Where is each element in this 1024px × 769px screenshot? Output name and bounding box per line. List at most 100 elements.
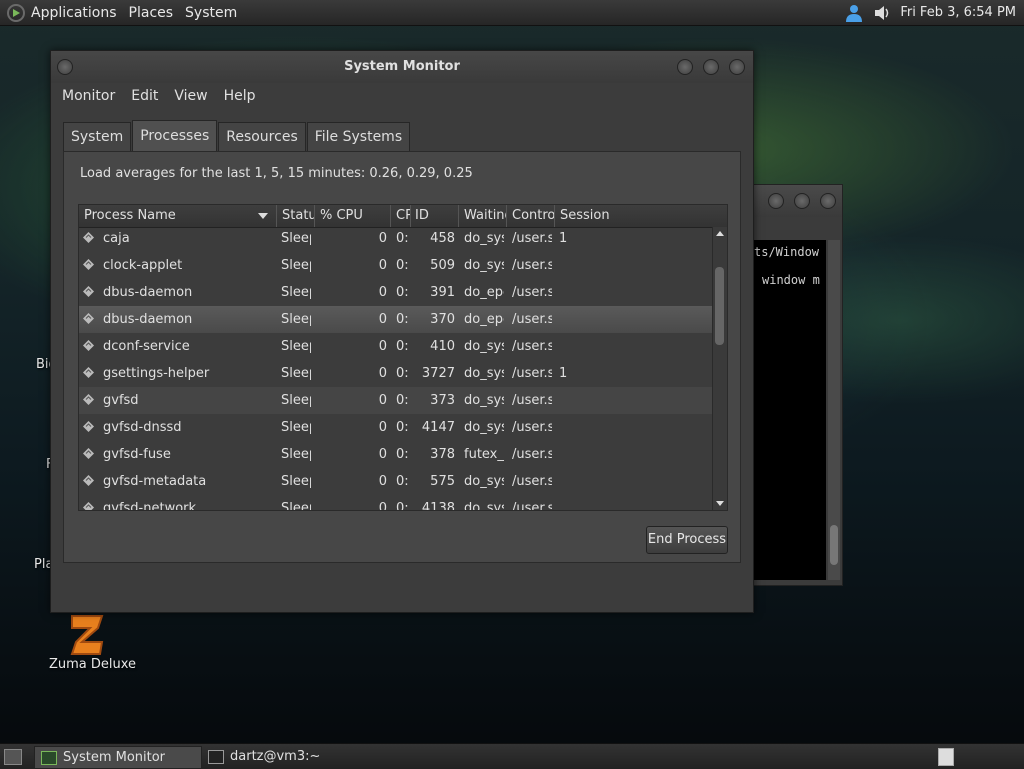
cell-waiting: do_epo bbox=[464, 312, 504, 327]
column-header-cpu-time[interactable]: CPU bbox=[391, 205, 411, 227]
vertical-scrollbar[interactable] bbox=[712, 227, 727, 510]
cell-cpu: 0 bbox=[378, 258, 387, 273]
process-table[interactable]: Process Name Status % CPU CPU ID Waiting… bbox=[78, 204, 728, 511]
close-icon[interactable] bbox=[729, 59, 745, 75]
cell-session bbox=[559, 306, 599, 333]
terminal-window-background[interactable]: ts/Window window m bbox=[741, 184, 843, 586]
cell-name: gsettings-helper bbox=[103, 366, 210, 381]
table-row[interactable]: gsettings-helper Sleeping 0 0: 3727 do_sys/us… bbox=[79, 360, 727, 387]
table-row[interactable]: dbus-daemon Sleeping 0 0: 370 do_epo/user.s bbox=[79, 306, 727, 333]
table-row[interactable]: clock-applet Sleeping 0 0: 509 do_sys/user.s bbox=[79, 252, 727, 279]
maximize-icon[interactable] bbox=[794, 193, 810, 209]
table-row[interactable]: dbus-daemon Sleeping 0 0: 391 do_epo/user.s bbox=[79, 279, 727, 306]
cell-session: 1 bbox=[559, 366, 568, 381]
cell-status: Sleeping bbox=[281, 312, 311, 327]
process-icon bbox=[83, 340, 94, 351]
clock[interactable]: Fri Feb 3, 6:54 PM bbox=[900, 5, 1016, 20]
scroll-thumb[interactable] bbox=[715, 267, 724, 345]
cell-cputime: 0: bbox=[396, 474, 408, 489]
column-header-control[interactable]: Control bbox=[507, 205, 555, 227]
cell-control: /user.s bbox=[512, 231, 552, 246]
terminal-icon bbox=[208, 749, 224, 764]
distro-logo-icon[interactable] bbox=[7, 3, 25, 22]
cell-cpu: 0 bbox=[378, 420, 387, 435]
close-icon[interactable] bbox=[820, 193, 836, 209]
cell-cpu: 0 bbox=[378, 447, 387, 462]
taskbar-item-label: dartz@vm3:~ bbox=[230, 749, 321, 764]
cell-cpu: 0 bbox=[378, 474, 387, 489]
tab-processes[interactable]: Processes bbox=[132, 120, 218, 151]
cell-status: Sleeping bbox=[281, 339, 311, 354]
scroll-thumb[interactable] bbox=[830, 525, 838, 565]
tab-resources[interactable]: Resources bbox=[218, 122, 306, 151]
user-icon[interactable] bbox=[844, 3, 864, 23]
minimize-icon[interactable] bbox=[677, 59, 693, 75]
terminal-titlebar[interactable] bbox=[742, 185, 842, 217]
scroll-up-icon[interactable] bbox=[716, 231, 724, 236]
tab-bar: System Processes Resources File Systems bbox=[63, 120, 411, 151]
table-row[interactable]: caja Sleeping 0 0: 458 do_sys/user.s 1 bbox=[79, 225, 727, 252]
cell-waiting: do_sys bbox=[464, 474, 504, 489]
cell-session bbox=[559, 414, 599, 441]
process-icon bbox=[83, 448, 94, 459]
cell-cpu: 0 bbox=[378, 312, 387, 327]
taskbar-item-terminal[interactable]: dartz@vm3:~ bbox=[202, 746, 368, 767]
menu-help[interactable]: Help bbox=[218, 88, 262, 104]
titlebar[interactable]: System Monitor bbox=[51, 51, 753, 83]
cell-cpu: 0 bbox=[378, 231, 387, 246]
cell-session: 1 bbox=[559, 231, 568, 246]
table-row[interactable]: gvfsd-fuse Sleeping 0 0: 378 futex_w/user.s bbox=[79, 441, 727, 468]
cell-id: 4147 bbox=[421, 420, 455, 435]
zuma-deluxe-icon[interactable] bbox=[68, 612, 106, 656]
cell-name: dbus-daemon bbox=[103, 285, 193, 300]
menu-system[interactable]: System bbox=[179, 5, 243, 21]
table-row[interactable]: gvfsd-dnssd Sleeping 0 0: 4147 do_sys/user.s bbox=[79, 414, 727, 441]
menu-places[interactable]: Places bbox=[123, 5, 180, 21]
volume-icon[interactable] bbox=[872, 3, 892, 23]
table-row[interactable]: gvfsd-network Sleeping 0 0: 4138 do_sys/user.… bbox=[79, 495, 727, 510]
menu-monitor[interactable]: Monitor bbox=[56, 88, 121, 104]
tab-file-systems[interactable]: File Systems bbox=[306, 122, 411, 151]
cell-control: /user.s bbox=[512, 258, 552, 273]
process-icon bbox=[83, 502, 94, 510]
column-header-id[interactable]: ID bbox=[411, 205, 459, 227]
scroll-down-icon[interactable] bbox=[716, 501, 724, 506]
cell-waiting: do_epo bbox=[464, 285, 504, 300]
terminal-line: ts/Window bbox=[754, 245, 820, 259]
show-desktop-icon[interactable] bbox=[4, 749, 22, 765]
table-row[interactable]: dconf-service Sleeping 0 0: 410 do_sys/user.s bbox=[79, 333, 727, 360]
cell-cpu: 0 bbox=[378, 366, 387, 381]
table-row[interactable]: gvfsd Sleeping 0 0: 373 do_sys/user.s bbox=[79, 387, 727, 414]
taskbar-item-system-monitor[interactable]: System Monitor bbox=[34, 746, 202, 769]
column-header-cpu-percent[interactable]: % CPU bbox=[315, 205, 391, 227]
cell-cputime: 0: bbox=[396, 339, 408, 354]
menu-view[interactable]: View bbox=[168, 88, 213, 104]
table-row[interactable]: gvfsd-metadata Sleeping 0 0: 575 do_sys/user.… bbox=[79, 468, 727, 495]
end-process-button[interactable]: End Process bbox=[646, 526, 728, 554]
cell-cputime: 0: bbox=[396, 393, 408, 408]
tab-system[interactable]: System bbox=[63, 122, 132, 151]
minimize-icon[interactable] bbox=[768, 193, 784, 209]
column-header-session[interactable]: Session bbox=[555, 205, 713, 227]
maximize-icon[interactable] bbox=[703, 59, 719, 75]
menu-applications[interactable]: Applications bbox=[25, 5, 123, 21]
menu-edit[interactable]: Edit bbox=[125, 88, 164, 104]
column-header-status[interactable]: Status bbox=[277, 205, 315, 227]
column-header-process-name[interactable]: Process Name bbox=[79, 205, 277, 227]
cell-cpu: 0 bbox=[378, 393, 387, 408]
cell-name: gvfsd-metadata bbox=[103, 474, 207, 489]
cell-name: caja bbox=[103, 231, 130, 246]
cell-control: /user.s bbox=[512, 312, 552, 327]
desktop-icon-label[interactable]: Zuma Deluxe bbox=[49, 657, 136, 672]
cell-name: dconf-service bbox=[103, 339, 190, 354]
terminal-scrollbar[interactable] bbox=[828, 240, 840, 580]
processes-panel: Load averages for the last 1, 5, 15 minu… bbox=[63, 151, 741, 563]
cell-session bbox=[559, 441, 599, 468]
process-icon bbox=[83, 286, 94, 297]
cell-cputime: 0: bbox=[396, 420, 408, 435]
terminal-screen[interactable]: ts/Window window m bbox=[754, 240, 826, 580]
column-header-waiting[interactable]: Waiting bbox=[459, 205, 507, 227]
workspace-switcher-icon[interactable] bbox=[938, 748, 954, 766]
process-rows: caja Sleeping 0 0: 458 do_sys/user.s 1 clock-ap… bbox=[79, 225, 727, 510]
cell-waiting: do_sys bbox=[464, 339, 504, 354]
